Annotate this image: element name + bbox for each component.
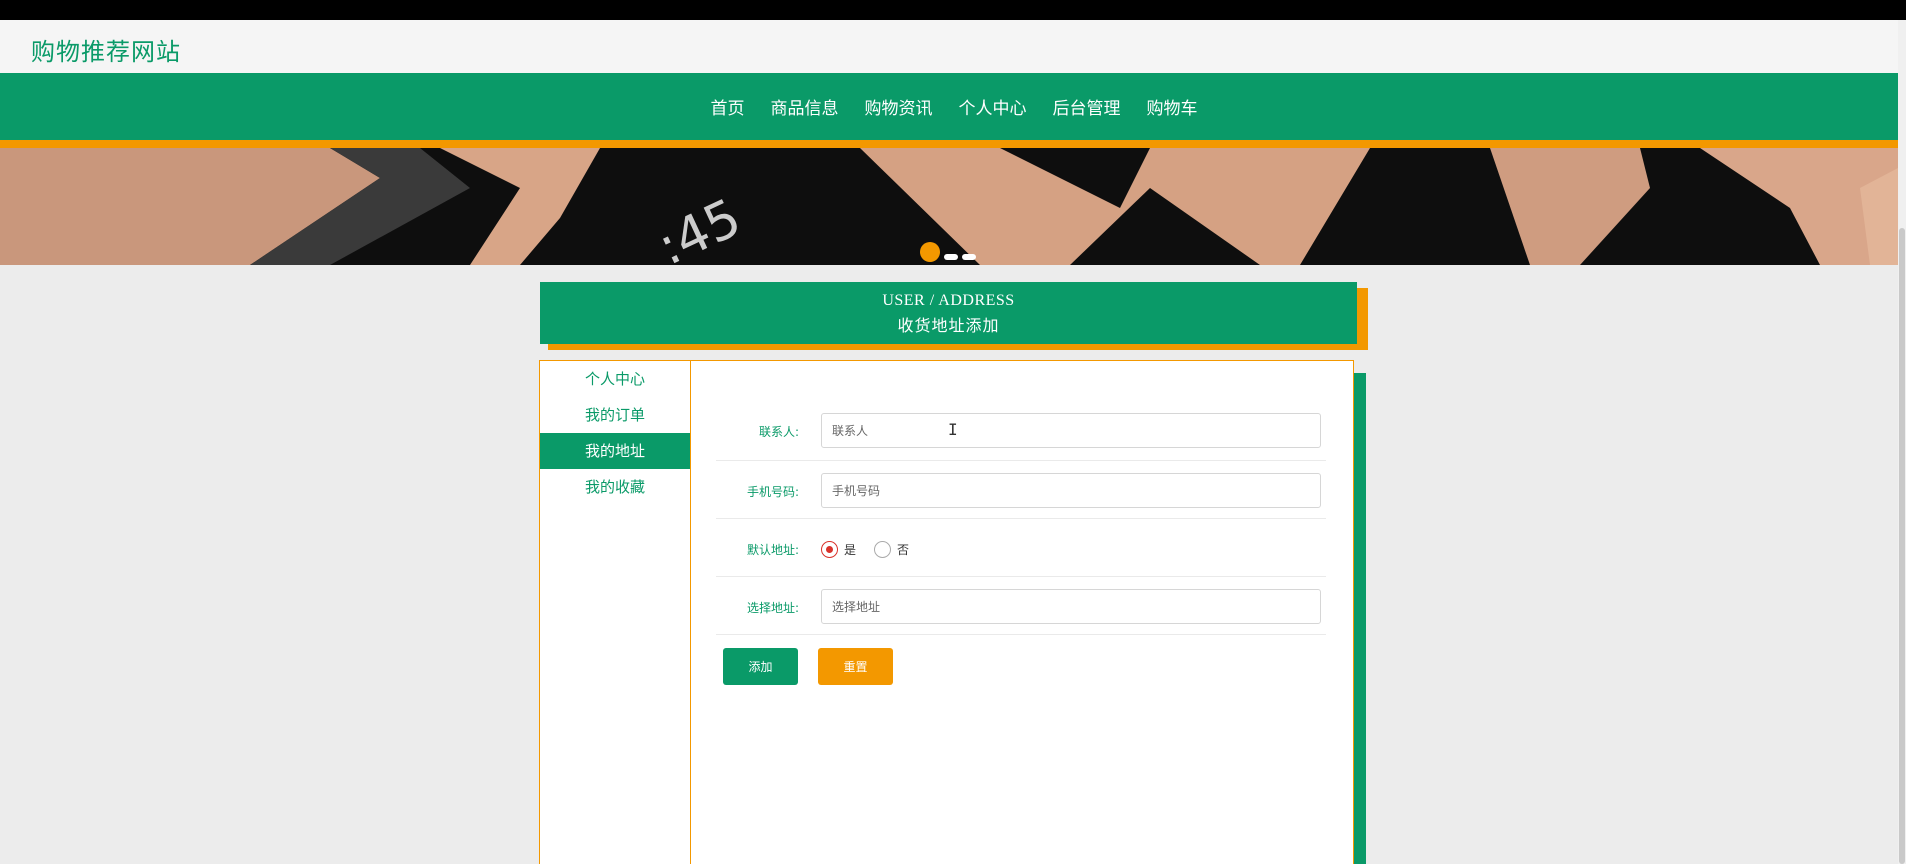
sidebar-item-orders[interactable]: 我的订单	[540, 397, 690, 433]
contact-label: 联系人:	[758, 425, 799, 439]
phone-input[interactable]	[821, 473, 1321, 508]
carousel-dot-3[interactable]	[962, 254, 976, 260]
sidebar-item-address[interactable]: 我的地址	[540, 433, 690, 469]
address-label: 选择地址:	[746, 601, 799, 615]
site-header: 购物推荐网站	[0, 20, 1898, 73]
user-sidebar: 个人中心 我的订单 我的地址 我的收藏	[540, 361, 691, 864]
default-no-label[interactable]: 否	[897, 541, 909, 558]
page-title-en: USER / ADDRESS	[882, 292, 1015, 309]
panel-shadow	[1354, 373, 1366, 864]
sidebar-item-favorites[interactable]: 我的收藏	[540, 469, 690, 505]
nav-item-admin[interactable]: 后台管理	[1040, 94, 1134, 119]
form-row-address: 选择地址:	[716, 577, 1326, 635]
carousel-indicators	[920, 242, 976, 262]
sidebar-item-user-center[interactable]: 个人中心	[540, 361, 690, 397]
default-yes-label[interactable]: 是	[844, 541, 856, 558]
carousel-dot-2[interactable]	[944, 254, 958, 260]
content-panel: 个人中心 我的订单 我的地址 我的收藏 联系人: 手机号码: 默认地址: 是 否…	[539, 360, 1354, 864]
form-row-phone: 手机号码:	[716, 461, 1326, 519]
main-nav: 首页 商品信息 购物资讯 个人中心 后台管理 购物车	[0, 73, 1898, 140]
address-select-input[interactable]	[821, 589, 1321, 624]
page-title-box: USER / ADDRESS 收货地址添加	[540, 282, 1357, 344]
page-title: 收货地址添加	[897, 316, 1000, 335]
nav-item-products[interactable]: 商品信息	[758, 94, 852, 119]
form-row-contact: 联系人:	[716, 401, 1326, 461]
nav-item-news[interactable]: 购物资讯	[852, 94, 946, 119]
contact-input[interactable]	[821, 413, 1321, 448]
add-button[interactable]: 添加	[723, 648, 798, 685]
text-cursor-icon: I	[948, 420, 958, 439]
carousel-dot-1[interactable]	[920, 242, 940, 262]
form-row-default: 默认地址: 是 否	[716, 519, 1326, 577]
default-yes-radio[interactable]	[821, 541, 838, 558]
address-form: 联系人: 手机号码: 默认地址: 是 否 选择地址:	[716, 401, 1326, 635]
browser-top-bar	[0, 0, 1906, 20]
reset-button[interactable]: 重置	[818, 648, 893, 685]
default-no-radio[interactable]	[874, 541, 892, 558]
scrollbar-thumb[interactable]	[1899, 228, 1905, 864]
default-address-label: 默认地址:	[746, 543, 799, 557]
site-title[interactable]: 购物推荐网站	[31, 32, 181, 67]
nav-accent-stripe	[0, 140, 1898, 148]
phone-label: 手机号码:	[746, 485, 799, 499]
nav-item-cart[interactable]: 购物车	[1134, 94, 1211, 119]
form-actions: 添加 重置	[723, 648, 893, 685]
nav-item-home[interactable]: 首页	[698, 94, 758, 119]
default-address-radio-group: 是 否	[821, 541, 927, 558]
page-title-block: USER / ADDRESS 收货地址添加	[540, 282, 1368, 350]
nav-item-user-center[interactable]: 个人中心	[946, 94, 1040, 119]
